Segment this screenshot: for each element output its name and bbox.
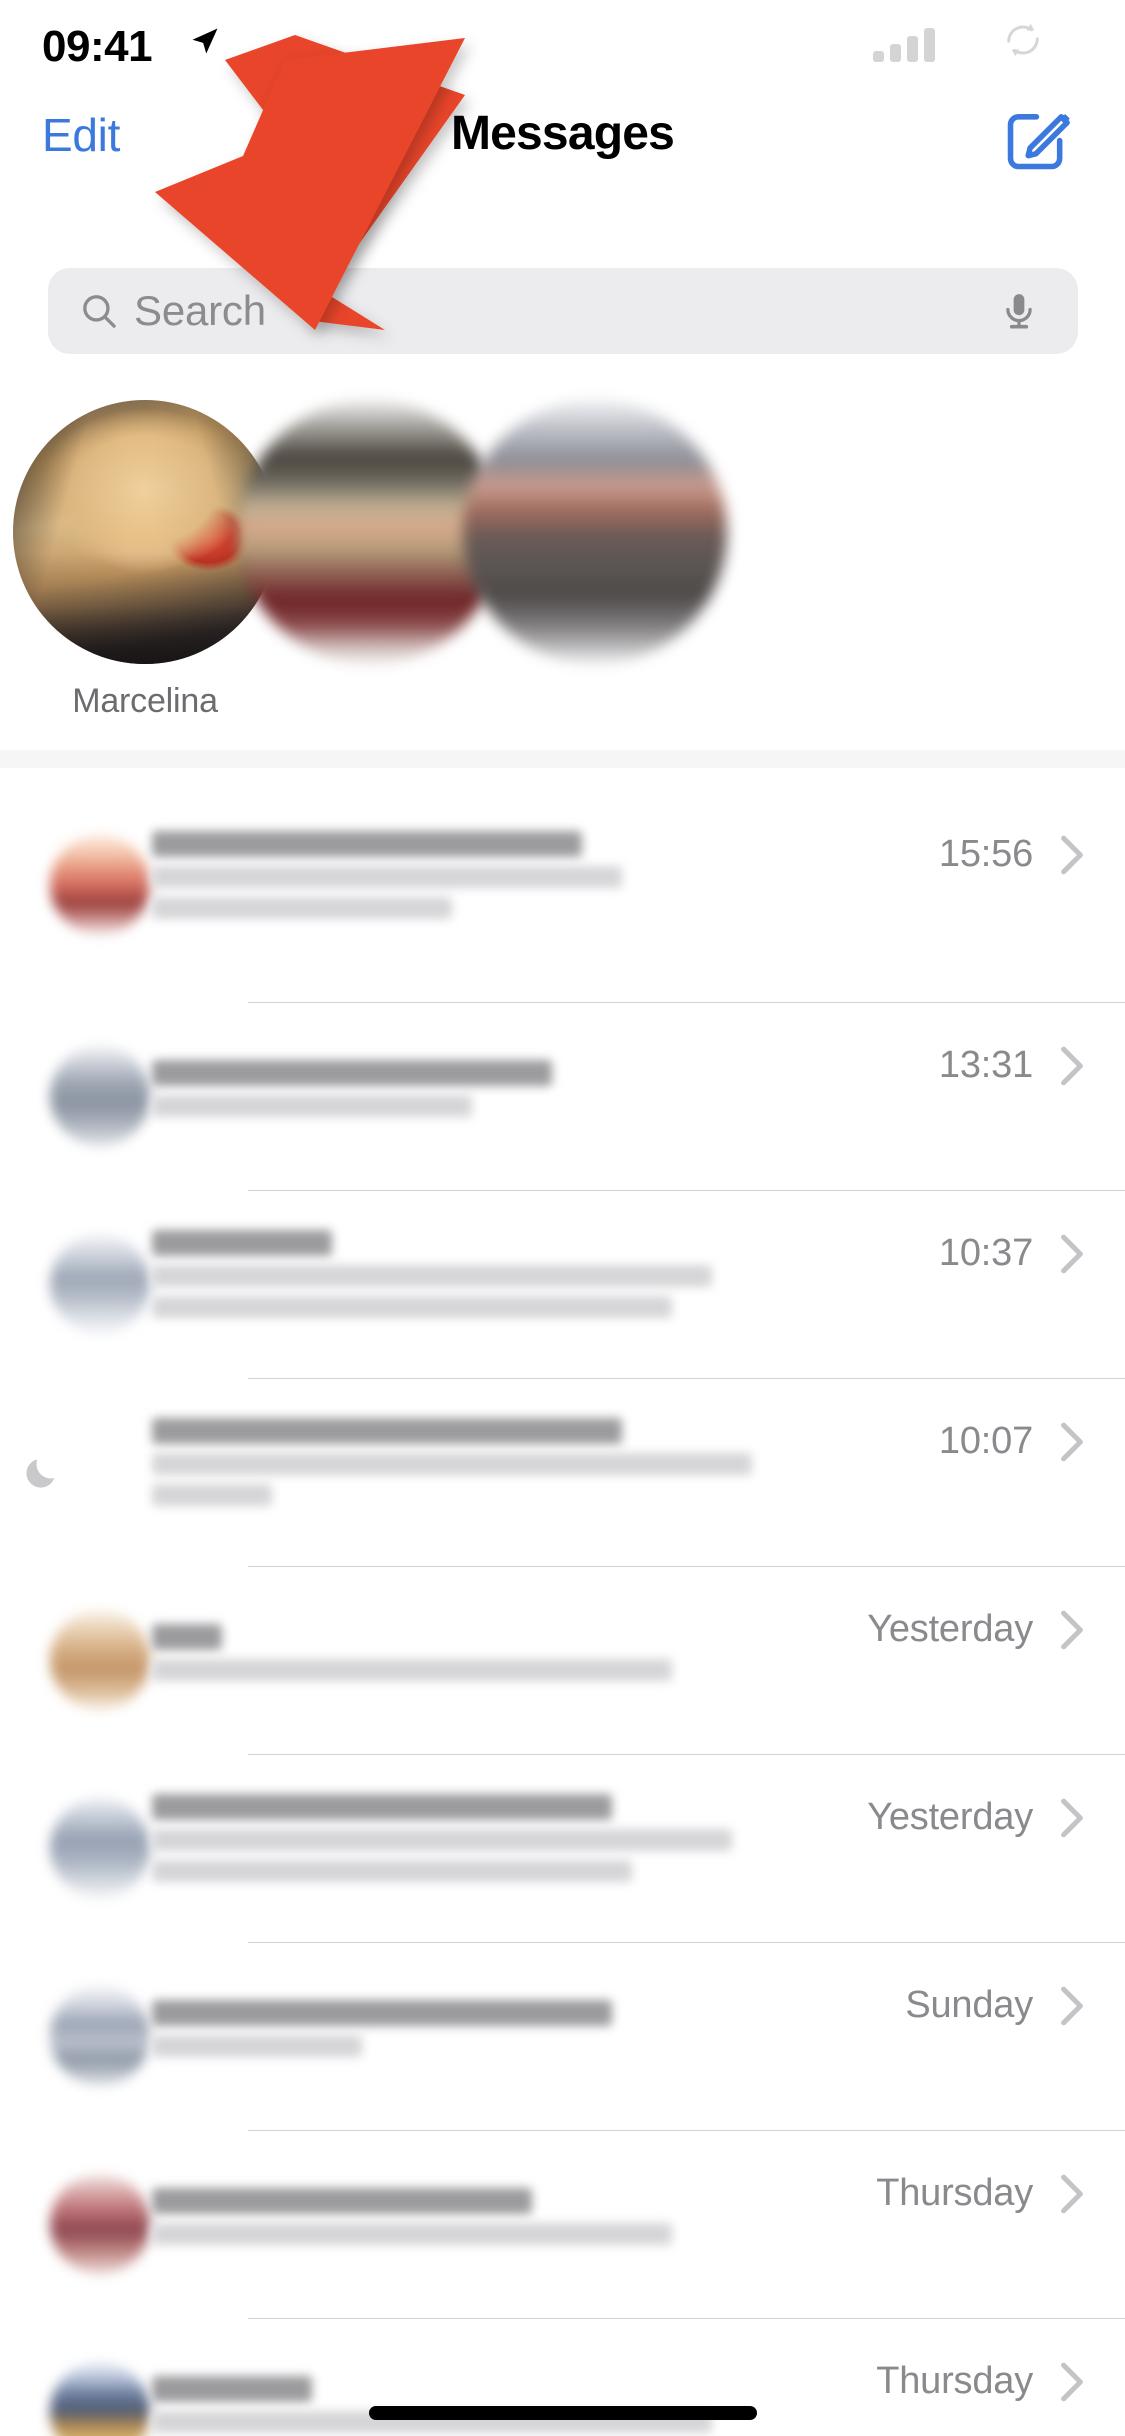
compose-square-pencil-icon[interactable] [1001,102,1075,176]
conversation-list: 15:56 13:31 10:37 10:07 Yesterday Yesterday Su… [0,768,1125,2436]
avatar[interactable] [50,1046,150,1146]
home-indicator-bar[interactable] [368,2406,757,2420]
avatar[interactable] [50,1798,150,1898]
status-bar-time: 09:41 [42,22,153,71]
conversation-preview-redacted [152,1265,712,1287]
pinned-item[interactable] [450,400,740,682]
status-bar: 09:41 [0,0,1125,92]
row-separator [248,1566,1125,1567]
conversation-preview-redacted [152,2034,362,2057]
conversation-title-redacted [152,1230,332,1256]
cellular-signal-bars-icon [873,28,935,62]
conversation-timestamp: Yesterday [867,1608,1033,1650]
conversation-timestamp: 13:31 [938,1044,1033,1086]
search-input[interactable]: Search [134,268,266,354]
conversation-text-block [152,1059,825,1126]
conversation-preview-redacted [152,897,452,919]
chevron-right-icon[interactable] [1059,2173,1085,2215]
avatar[interactable] [50,1986,150,2086]
conversation-text-block [152,1794,825,1891]
conversation-text-block [152,1999,825,2066]
conversation-title-redacted [152,1623,222,1650]
location-arrow-icon [192,28,218,54]
conversation-timestamp: Thursday [876,2360,1033,2402]
chevron-right-icon[interactable] [1059,2361,1085,2403]
microphone-icon[interactable] [996,288,1042,334]
conversation-title-redacted [152,1059,552,1086]
conversation-preview-redacted [152,1484,272,1506]
magnifying-glass-icon [83,295,116,328]
chevron-right-icon[interactable] [1059,1985,1085,2027]
avatar[interactable] [50,835,150,935]
conversation-row[interactable]: Thursday [0,2130,1125,2318]
chevron-right-icon[interactable] [1059,1421,1085,1463]
conversation-preview-redacted [152,1094,472,1117]
avatar[interactable] [463,400,727,664]
conversation-text-block [152,1623,825,1690]
conversation-row[interactable]: Sunday [0,1942,1125,2130]
conversation-row[interactable]: Yesterday [0,1754,1125,1942]
conversation-text-block [152,1230,825,1327]
conversation-text-block [152,2187,825,2254]
row-separator [248,1002,1125,1003]
row-separator [248,2130,1125,2131]
conversation-preview-redacted [152,1296,672,1318]
conversation-timestamp: Sunday [905,1984,1033,2026]
conversation-text-block [152,831,825,928]
section-divider [0,750,1125,768]
conversation-row[interactable]: 10:07 [0,1378,1125,1566]
chevron-right-icon[interactable] [1059,834,1085,876]
conversation-row[interactable]: 10:37 [0,1190,1125,1378]
row-separator [248,1754,1125,1755]
conversation-title-redacted [152,2187,532,2214]
conversation-timestamp: 10:37 [938,1232,1033,1274]
conversation-timestamp: Thursday [876,2172,1033,2214]
conversation-preview-redacted [152,2222,672,2245]
conversation-text-block [152,1418,825,1515]
navigation-bar: Edit Messages [0,92,1125,182]
conversation-preview-redacted [152,866,622,888]
search-field[interactable]: Search [48,268,1078,354]
conversation-row[interactable]: Yesterday [0,1566,1125,1754]
conversation-row[interactable]: 13:31 [0,1002,1125,1190]
row-separator [248,1378,1125,1379]
conversation-timestamp: 10:07 [938,1420,1033,1462]
avatar[interactable] [50,2362,150,2436]
avatar[interactable] [50,2174,150,2274]
conversation-title-redacted [152,831,582,857]
conversation-row[interactable]: 15:56 [0,768,1125,1002]
avatar[interactable] [50,1234,150,1334]
pinned-conversations-row: Marcelina [0,400,1125,750]
conversation-title-redacted [152,1794,612,1820]
conversation-preview-redacted [152,1829,732,1851]
conversation-preview-redacted [152,1658,672,1681]
avatar[interactable] [50,1610,150,1710]
messages-app-screen: 09:41 Edit Messages Search Marcelina 15:… [0,0,1125,2436]
row-separator [248,2318,1125,2319]
chevron-right-icon[interactable] [1059,1797,1085,1839]
conversation-title-redacted [152,2375,312,2402]
chevron-right-icon[interactable] [1059,1233,1085,1275]
pinned-item-label: Marcelina [72,682,218,720]
conversation-title-redacted [152,1418,622,1444]
row-separator [248,1942,1125,1943]
row-separator [248,1190,1125,1191]
chevron-right-icon[interactable] [1059,1609,1085,1651]
conversation-preview-redacted [152,1860,632,1882]
conversation-preview-redacted [152,1453,752,1475]
conversation-timestamp: Yesterday [867,1796,1033,1838]
conversation-title-redacted [152,1999,612,2026]
conversation-timestamp: 15:56 [938,833,1033,875]
search-bar[interactable]: Search [48,268,1078,354]
avatar[interactable] [50,1422,150,1522]
chevron-right-icon[interactable] [1059,1045,1085,1087]
page-title: Messages [450,107,675,160]
sync-arrows-icon [1007,23,1039,57]
